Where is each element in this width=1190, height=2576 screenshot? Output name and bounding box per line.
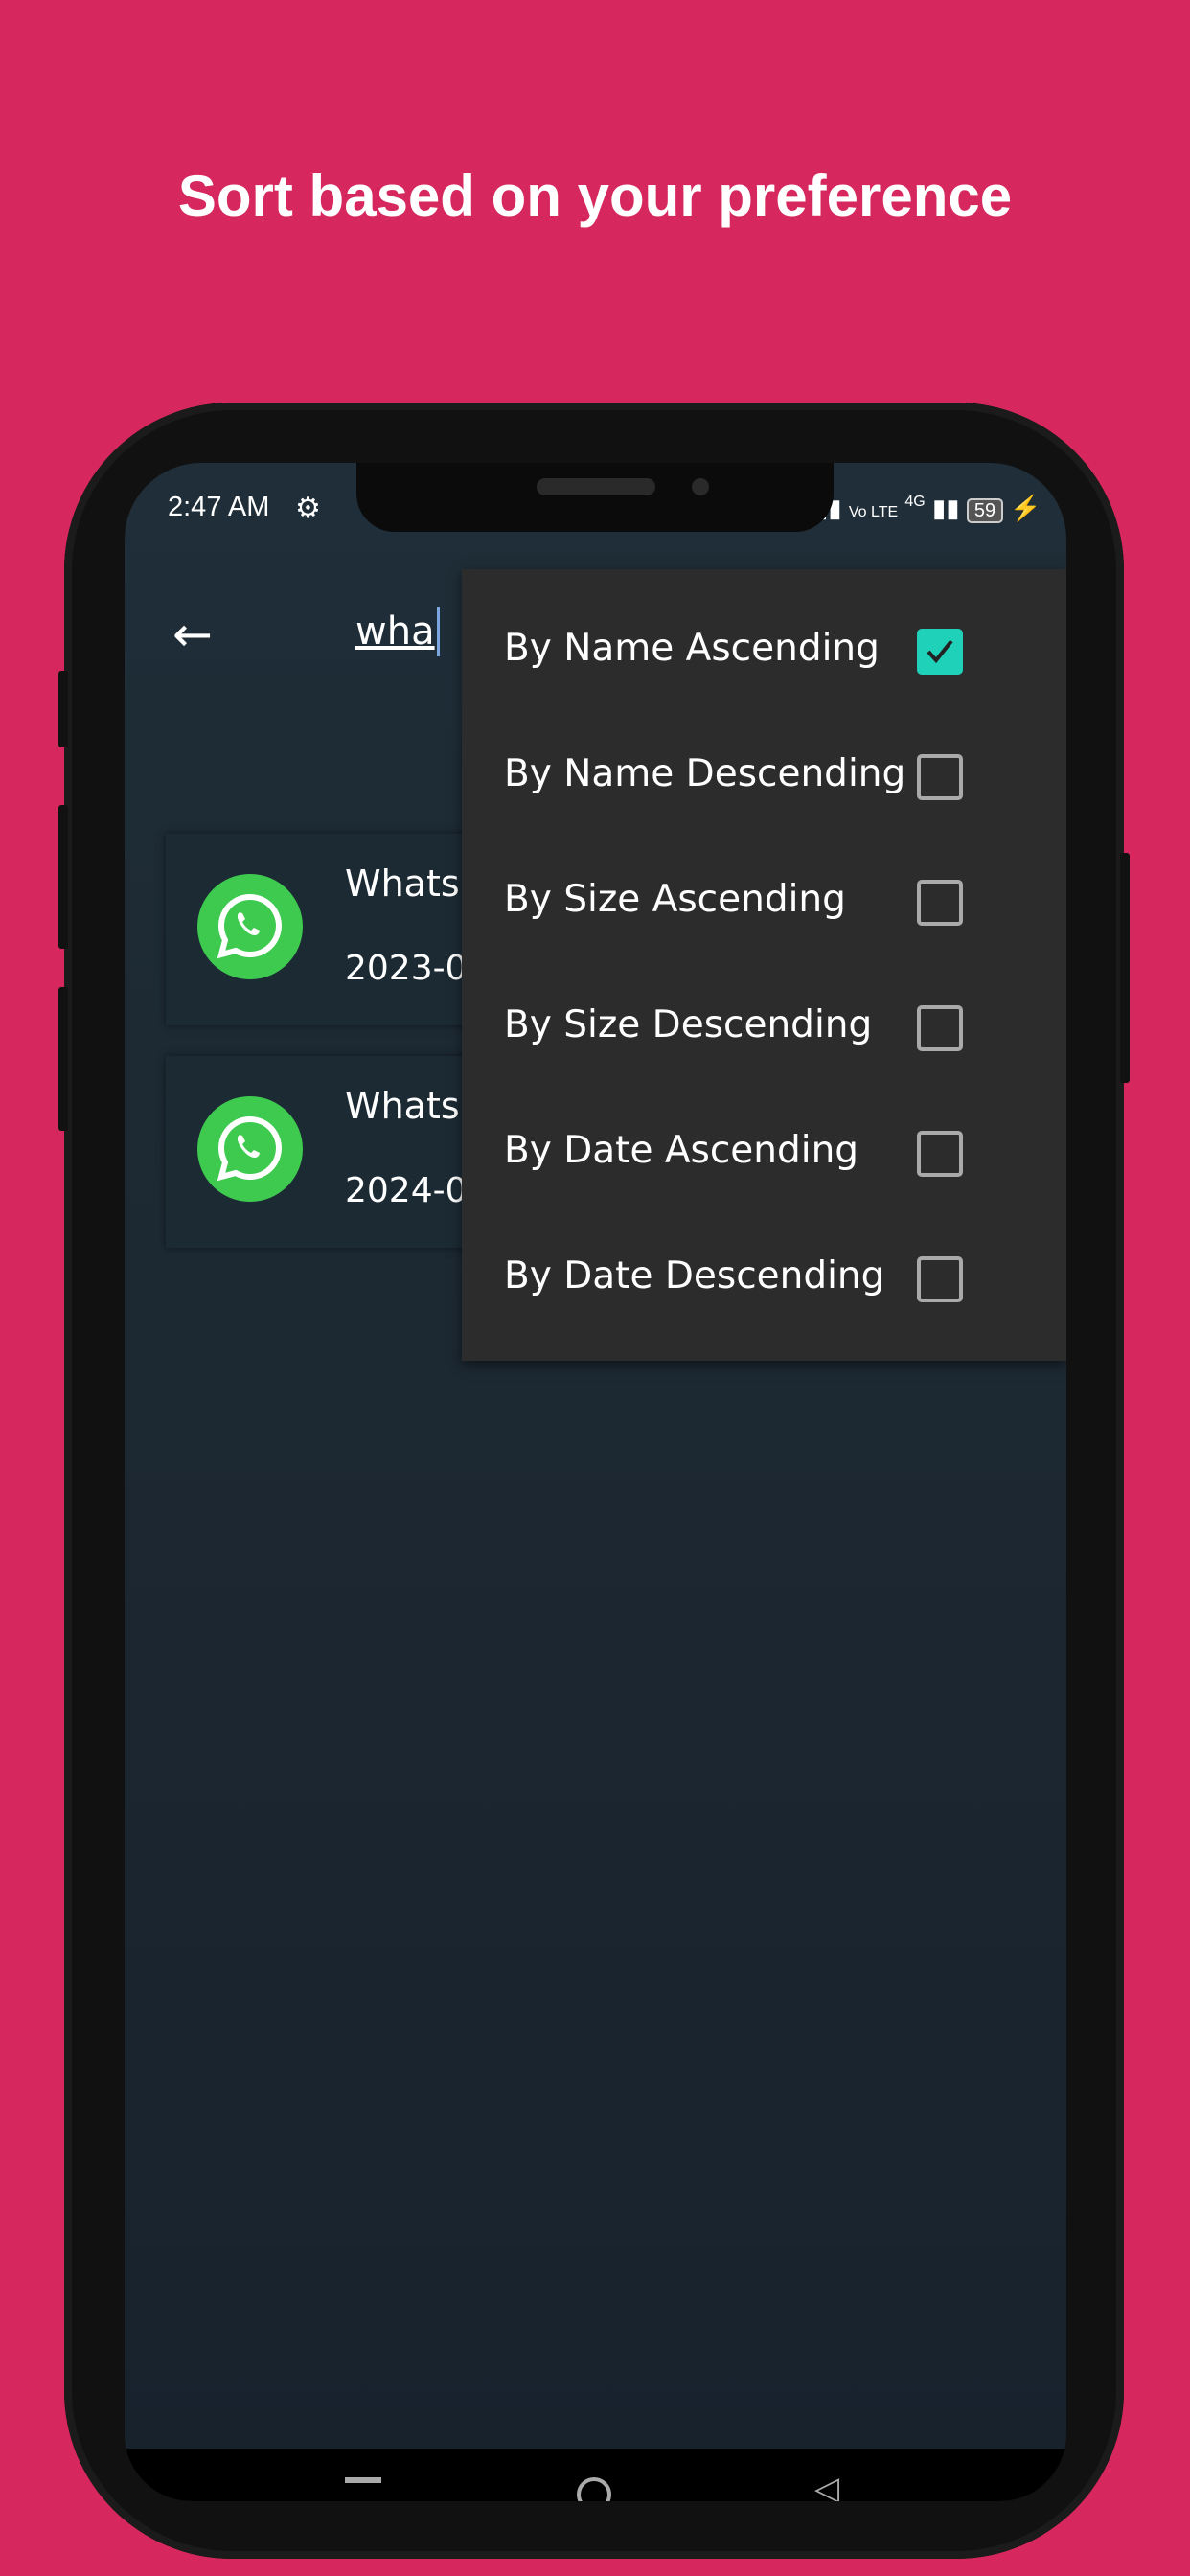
sort-option-date-asc[interactable]: By Date Ascending — [462, 1091, 1066, 1216]
volume-button — [58, 805, 68, 949]
checkbox[interactable] — [917, 1256, 963, 1302]
whatsapp-icon — [197, 1096, 303, 1202]
search-input[interactable]: wha — [355, 607, 440, 656]
option-label: By Size Ascending — [504, 878, 846, 921]
whatsapp-icon — [197, 874, 303, 979]
checkbox[interactable] — [917, 754, 963, 800]
home-icon[interactable] — [577, 2477, 611, 2501]
volume-button — [58, 987, 68, 1131]
file-name: Whats. — [345, 862, 471, 905]
sort-option-size-asc[interactable]: By Size Ascending — [462, 840, 1066, 965]
file-date: 2024-0 — [345, 1171, 468, 1210]
checkbox[interactable] — [917, 880, 963, 926]
battery-icon: 59 — [966, 498, 1004, 523]
sort-menu: By Name Ascending By Name Descending By … — [462, 569, 1066, 1361]
sort-option-name-asc[interactable]: By Name Ascending — [462, 588, 1066, 714]
option-label: By Name Descending — [504, 752, 906, 795]
option-label: By Date Ascending — [504, 1129, 859, 1172]
settings-gear-icon: ⚙ — [295, 493, 321, 524]
option-label: By Name Ascending — [504, 627, 880, 670]
option-label: By Date Descending — [504, 1254, 885, 1298]
charging-icon: ⚡ — [1010, 494, 1041, 522]
checkbox[interactable] — [917, 1131, 963, 1177]
phone-screen: 2:47 AM ⚙ ▮▮ Vo LTE 4G ▮▮ 59 ⚡ ← wha Wha… — [125, 463, 1066, 2501]
back-arrow-icon[interactable]: ← — [172, 607, 213, 662]
status-icons: ▮▮ Vo LTE 4G ▮▮ 59 ⚡ — [814, 494, 1041, 523]
recents-icon[interactable] — [345, 2477, 381, 2483]
volume-button — [58, 671, 68, 748]
status-time: 2:47 AM — [168, 492, 270, 522]
speaker — [537, 478, 655, 495]
checkbox-checked[interactable] — [917, 629, 963, 675]
network-gen: 4G — [904, 494, 926, 510]
power-button — [1120, 853, 1130, 1083]
back-nav-icon[interactable]: ◁ — [814, 2470, 839, 2501]
notch — [356, 463, 834, 532]
front-camera — [692, 478, 709, 495]
sort-option-name-desc[interactable]: By Name Descending — [462, 714, 1066, 840]
sort-option-date-desc[interactable]: By Date Descending — [462, 1216, 1066, 1342]
file-date: 2023-0 — [345, 949, 468, 988]
volte-label: Vo LTE — [848, 504, 899, 520]
file-name: Whats. — [345, 1085, 471, 1127]
headline: Sort based on your preference — [177, 164, 1013, 228]
option-label: By Size Descending — [504, 1003, 873, 1046]
sort-option-size-desc[interactable]: By Size Descending — [462, 965, 1066, 1091]
signal-icon: ▮▮ — [931, 494, 960, 522]
checkbox[interactable] — [917, 1005, 963, 1051]
system-nav-bar: ◁ — [125, 2449, 1066, 2501]
